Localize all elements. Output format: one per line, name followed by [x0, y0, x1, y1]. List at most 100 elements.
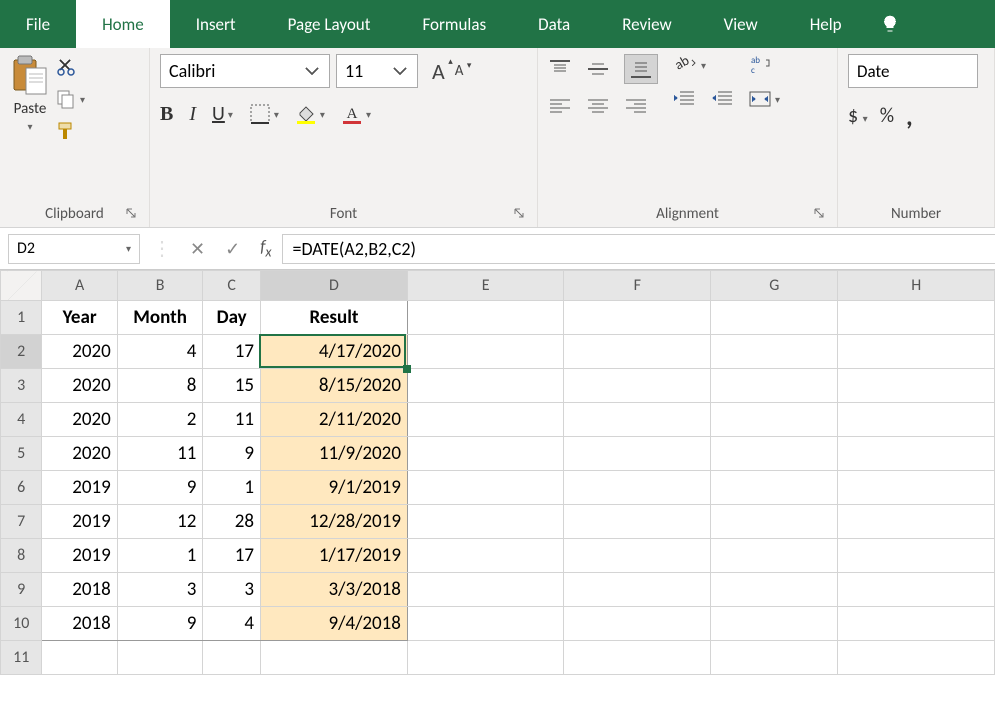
name-box[interactable]: D2 ▾: [8, 234, 140, 264]
align-middle-icon[interactable]: [586, 59, 610, 79]
grid[interactable]: ABCDEFGH1YearMonthDayResult220204174/17/…: [0, 270, 995, 675]
underline-button[interactable]: U▾: [212, 102, 233, 126]
cell-H2[interactable]: [838, 335, 995, 369]
cell-A4[interactable]: 2020: [42, 403, 117, 437]
cell-F9[interactable]: [564, 573, 711, 607]
format-painter-button[interactable]: [56, 120, 76, 142]
name-box-dropdown[interactable]: ▾: [126, 242, 131, 255]
cell-D5[interactable]: 11/9/2020: [260, 437, 407, 471]
cell-A6[interactable]: 2019: [42, 471, 117, 505]
cell-A8[interactable]: 2019: [42, 539, 117, 573]
cell-C6[interactable]: 1: [203, 471, 261, 505]
cell-G1[interactable]: [711, 301, 838, 335]
align-bottom-button[interactable]: [624, 54, 658, 84]
cell-F3[interactable]: [564, 369, 711, 403]
accept-formula-button[interactable]: ✓: [215, 238, 250, 260]
cell-F4[interactable]: [564, 403, 711, 437]
merge-center-button[interactable]: ▾: [748, 88, 780, 110]
tab-help[interactable]: Help: [784, 0, 868, 48]
cell-A3[interactable]: 2020: [42, 369, 117, 403]
orientation-button[interactable]: ab ▾: [672, 54, 734, 76]
font-color-button[interactable]: A ▾: [341, 103, 371, 125]
cell-H8[interactable]: [838, 539, 995, 573]
cell-C1[interactable]: Day: [203, 301, 261, 335]
cell-B9[interactable]: 3: [117, 573, 203, 607]
cell-F8[interactable]: [564, 539, 711, 573]
cell-G5[interactable]: [711, 437, 838, 471]
col-head-B[interactable]: B: [117, 271, 203, 301]
cell-A1[interactable]: Year: [42, 301, 117, 335]
align-center-icon[interactable]: [586, 96, 610, 116]
cell-D1[interactable]: Result: [260, 301, 407, 335]
align-top-icon[interactable]: [548, 59, 572, 79]
cell-D3[interactable]: 8/15/2020: [260, 369, 407, 403]
cell-F1[interactable]: [564, 301, 711, 335]
row-head-7[interactable]: 7: [1, 505, 42, 539]
tab-data[interactable]: Data: [512, 0, 596, 48]
cell-B3[interactable]: 8: [117, 369, 203, 403]
cell-C2[interactable]: 17: [203, 335, 261, 369]
cell-H11[interactable]: [838, 641, 995, 675]
number-format-combo[interactable]: Date: [848, 54, 978, 88]
cell-E4[interactable]: [407, 403, 564, 437]
col-head-C[interactable]: C: [203, 271, 261, 301]
cell-G7[interactable]: [711, 505, 838, 539]
currency-button[interactable]: $ ▾: [848, 104, 868, 128]
italic-button[interactable]: I: [189, 103, 196, 126]
cell-E5[interactable]: [407, 437, 564, 471]
tab-page-layout[interactable]: Page Layout: [262, 0, 397, 48]
cell-B2[interactable]: 4: [117, 335, 203, 369]
cell-A7[interactable]: 2019: [42, 505, 117, 539]
cell-H4[interactable]: [838, 403, 995, 437]
increase-font-button[interactable]: A▴: [432, 58, 445, 85]
cell-G3[interactable]: [711, 369, 838, 403]
row-head-10[interactable]: 10: [1, 607, 42, 641]
cell-B6[interactable]: 9: [117, 471, 203, 505]
cell-E8[interactable]: [407, 539, 564, 573]
col-head-D[interactable]: D: [260, 271, 407, 301]
cell-G2[interactable]: [711, 335, 838, 369]
cell-E3[interactable]: [407, 369, 564, 403]
cell-C11[interactable]: [203, 641, 261, 675]
align-right-icon[interactable]: [624, 96, 648, 116]
font-dialog-launcher[interactable]: [513, 207, 527, 221]
row-head-6[interactable]: 6: [1, 471, 42, 505]
cell-F10[interactable]: [564, 607, 711, 641]
cell-E7[interactable]: [407, 505, 564, 539]
cell-G8[interactable]: [711, 539, 838, 573]
font-size-combo[interactable]: 11: [336, 54, 418, 88]
cell-G10[interactable]: [711, 607, 838, 641]
cell-E1[interactable]: [407, 301, 564, 335]
cancel-formula-button[interactable]: ✕: [180, 238, 215, 260]
cell-G6[interactable]: [711, 471, 838, 505]
bold-button[interactable]: B: [160, 103, 173, 126]
cell-H7[interactable]: [838, 505, 995, 539]
cell-D7[interactable]: 12/28/2019: [260, 505, 407, 539]
cell-B7[interactable]: 12: [117, 505, 203, 539]
cell-A5[interactable]: 2020: [42, 437, 117, 471]
cell-D10[interactable]: 9/4/2018: [260, 607, 407, 641]
cell-A10[interactable]: 2018: [42, 607, 117, 641]
col-head-A[interactable]: A: [42, 271, 117, 301]
cell-E11[interactable]: [407, 641, 564, 675]
row-head-1[interactable]: 1: [1, 301, 42, 335]
cell-B10[interactable]: 9: [117, 607, 203, 641]
cell-F7[interactable]: [564, 505, 711, 539]
alignment-dialog-launcher[interactable]: [813, 207, 827, 221]
tab-file[interactable]: File: [0, 0, 76, 48]
paste-label[interactable]: Paste: [14, 100, 47, 118]
cell-D8[interactable]: 1/17/2019: [260, 539, 407, 573]
tab-formulas[interactable]: Formulas: [396, 0, 512, 48]
cell-B11[interactable]: [117, 641, 203, 675]
percent-button[interactable]: %: [880, 104, 894, 128]
cell-H6[interactable]: [838, 471, 995, 505]
col-head-E[interactable]: E: [407, 271, 564, 301]
cell-E2[interactable]: [407, 335, 564, 369]
cell-H5[interactable]: [838, 437, 995, 471]
cell-H3[interactable]: [838, 369, 995, 403]
cell-E6[interactable]: [407, 471, 564, 505]
cell-F2[interactable]: [564, 335, 711, 369]
align-left-icon[interactable]: [548, 96, 572, 116]
row-head-11[interactable]: 11: [1, 641, 42, 675]
col-head-G[interactable]: G: [711, 271, 838, 301]
